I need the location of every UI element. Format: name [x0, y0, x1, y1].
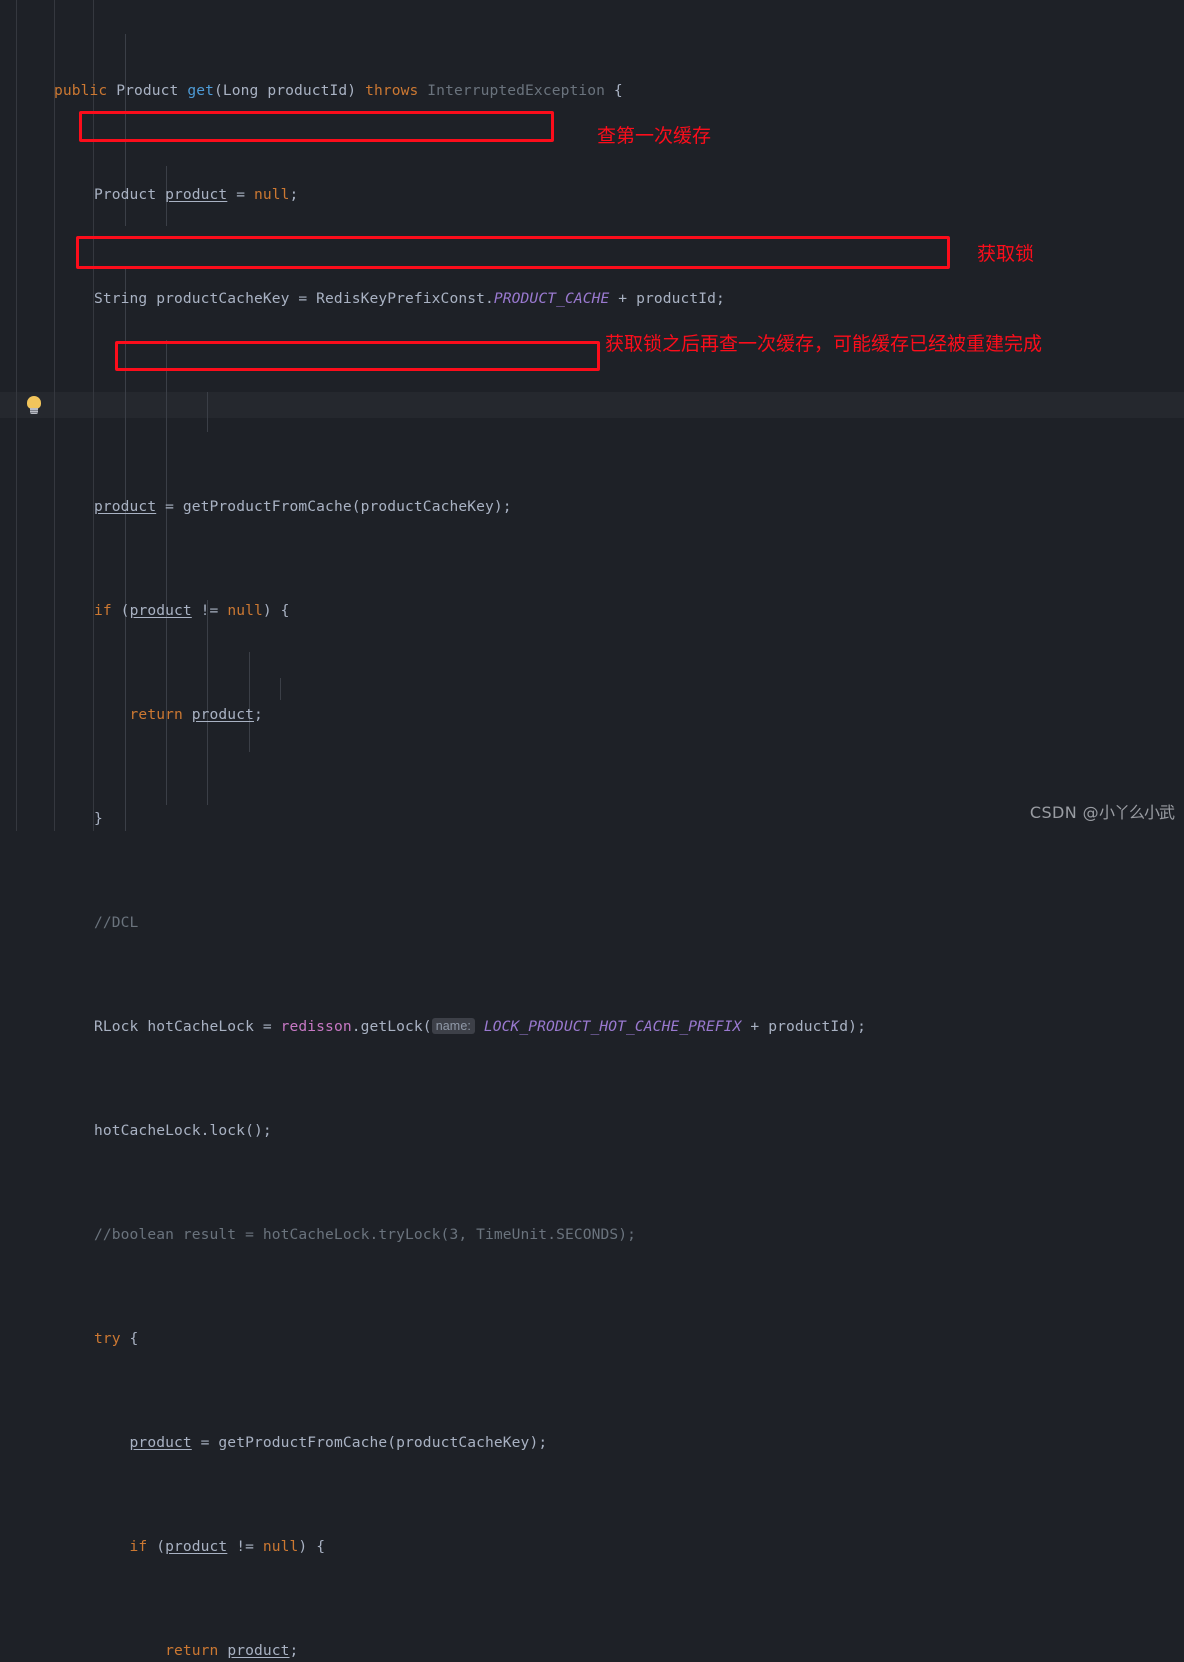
code-line[interactable]: Product product = null;: [0, 182, 1184, 208]
code-line[interactable]: //boolean result = hotCacheLock.tryLock(…: [0, 1222, 1184, 1248]
code-editor[interactable]: public Product get(Long productId) throw…: [0, 0, 1184, 1659]
code-line[interactable]: return product;: [0, 702, 1184, 728]
code-line[interactable]: try {: [0, 1326, 1184, 1352]
code-line[interactable]: [0, 390, 1184, 416]
watermark-author: 小丫么小武: [1098, 803, 1175, 822]
note-recheck-cache: 获取锁之后再查一次缓存，可能缓存已经被重建完成: [605, 333, 1043, 355]
code-line[interactable]: hotCacheLock.lock();: [0, 1118, 1184, 1144]
code-line[interactable]: product = getProductFromCache(productCac…: [0, 1430, 1184, 1456]
watermark: CSDN @小丫么小武: [1029, 799, 1175, 823]
code-line[interactable]: String productCacheKey = RedisKeyPrefixC…: [0, 286, 1184, 312]
code-line[interactable]: if (product != null) {: [0, 598, 1184, 624]
code-line[interactable]: public Product get(Long productId) throw…: [0, 78, 1184, 104]
note-acquire-lock: 获取锁: [977, 243, 1035, 265]
note-first-cache-read: 查第一次缓存: [597, 125, 712, 147]
code-line[interactable]: RLock hotCacheLock = redisson.getLock(na…: [0, 1014, 1184, 1040]
code-line[interactable]: product = getProductFromCache(productCac…: [0, 494, 1184, 520]
code-line[interactable]: if (product != null) {: [0, 1534, 1184, 1560]
code-line[interactable]: return product;: [0, 1638, 1184, 1662]
code-line[interactable]: //DCL: [0, 910, 1184, 936]
watermark-prefix: CSDN @: [1029, 803, 1099, 822]
code-line[interactable]: }: [0, 806, 1184, 832]
